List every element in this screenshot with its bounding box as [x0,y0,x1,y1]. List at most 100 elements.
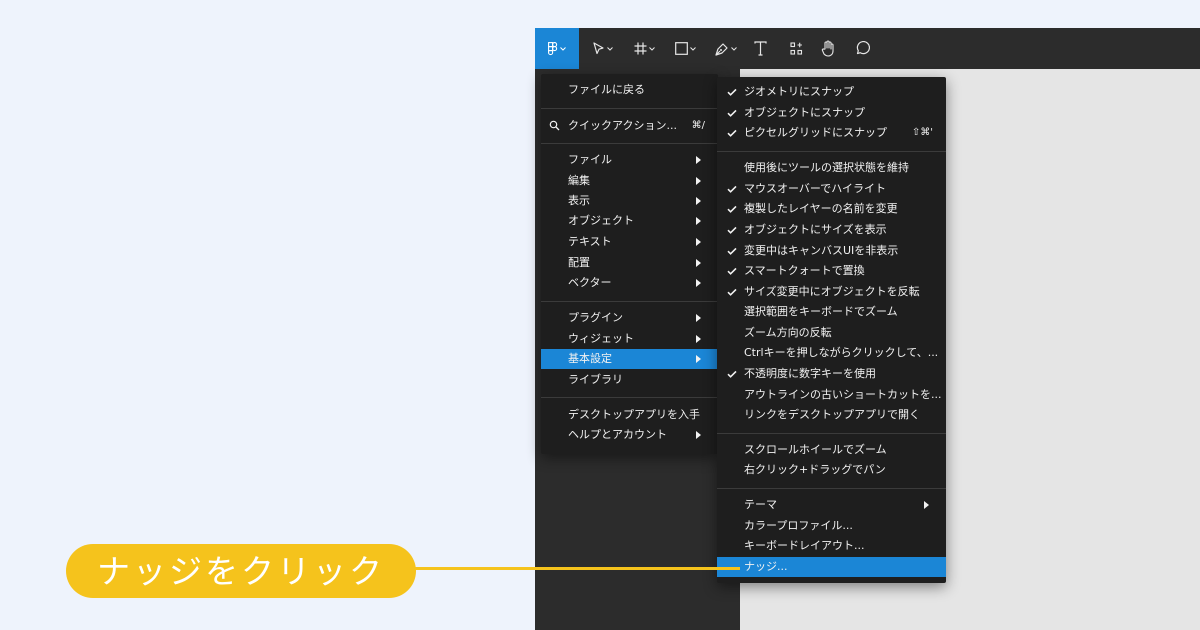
checkmark-icon [727,267,737,275]
menu-item-label: アウトラインの古いショートカットを... [744,388,942,401]
checkmark-icon [727,88,737,96]
menu-item-libraries[interactable]: ライブラリ [541,370,718,390]
menu-item-label: テキスト [568,235,612,248]
pref-item-opacity-number-keys[interactable]: 不透明度に数字キーを使用 [717,364,946,384]
menu-item-label: Ctrlキーを押しながらクリックして、... [744,346,939,359]
pref-item-hide-canvas-ui[interactable]: 変更中はキャンバスUIを非表示 [717,241,946,261]
pref-item-keyboard-zoom-selection[interactable]: 選択範囲をキーボードでズーム [717,302,946,322]
menu-item-label: デスクトップアプリを入手 [568,408,700,421]
pref-item-snap-objects[interactable]: オブジェクトにスナップ [717,103,946,123]
menu-item-arrange[interactable]: 配置 [541,253,718,273]
menu-item-vector[interactable]: ベクター [541,273,718,293]
menu-item-back-to-files[interactable]: ファイルに戻る [541,80,718,100]
menu-divider [541,397,718,398]
menu-item-get-desktop-app[interactable]: デスクトップアプリを入手 [541,405,718,425]
shape-tool-button[interactable] [669,28,701,69]
menu-item-label: ズーム方向の反転 [744,326,832,339]
resources-icon [789,42,802,55]
menu-item-text[interactable]: テキスト [541,232,718,252]
shortcut-label: ⇧⌘' [911,127,933,138]
text-tool-button[interactable] [749,28,771,69]
menu-item-label: ベクター [568,276,612,289]
pref-item-legacy-outline-shortcuts[interactable]: アウトラインの古いショートカットを... [717,385,946,405]
submenu-arrow-icon [696,431,701,439]
pref-item-keyboard-layout[interactable]: キーボードレイアウト... [717,536,946,556]
menu-item-quick-actions[interactable]: クイックアクション... ⌘/ [541,116,718,136]
callout-badge: ナッジをクリック [66,544,416,598]
pref-item-open-links-desktop[interactable]: リンクをデスクトップアプリで開く [717,405,946,425]
hand-tool-icon [821,40,834,57]
menu-item-edit[interactable]: 編集 [541,171,718,191]
menu-item-help-account[interactable]: ヘルプとアカウント [541,425,718,445]
menu-item-widgets[interactable]: ウィジェット [541,329,718,349]
menu-item-label: 編集 [568,174,590,187]
menu-item-plugins[interactable]: プラグイン [541,308,718,328]
pref-item-right-click-pan[interactable]: 右クリック+ドラッグでパン [717,460,946,480]
menu-item-label: 複製したレイヤーの名前を変更 [744,202,898,215]
main-menu: ファイルに戻る クイックアクション... ⌘/ ファイル 編集 表示 オブジェク… [541,74,718,454]
menu-item-file[interactable]: ファイル [541,150,718,170]
pref-item-color-profile[interactable]: カラープロファイル... [717,516,946,536]
pref-item-theme[interactable]: テーマ [717,495,946,515]
shape-tool-icon [674,42,688,55]
pref-item-flip-on-resize[interactable]: サイズ変更中にオブジェクトを反転 [717,282,946,302]
submenu-arrow-icon [696,314,701,322]
frame-tool-button[interactable] [628,28,660,69]
main-menu-button[interactable] [535,28,579,69]
checkmark-icon [727,247,737,255]
comment-tool-icon [856,41,870,55]
submenu-arrow-icon [696,259,701,267]
chevron-down-icon [731,46,737,51]
menu-item-label: プラグイン [568,311,623,324]
chevron-down-icon [689,46,696,51]
menu-item-label: マウスオーバーでハイライト [744,182,887,195]
pen-tool-icon [715,42,728,56]
menu-item-label: 不透明度に数字キーを使用 [744,367,876,380]
submenu-arrow-icon [924,501,929,509]
submenu-arrow-icon [696,197,701,205]
pref-item-highlight-on-hover[interactable]: マウスオーバーでハイライト [717,179,946,199]
pref-item-rename-duplicated[interactable]: 複製したレイヤーの名前を変更 [717,199,946,219]
menu-item-label: リンクをデスクトップアプリで開く [744,408,920,421]
pref-item-nudge[interactable]: ナッジ... [717,557,946,577]
menu-item-label: ファイル [568,153,612,166]
menu-divider [541,108,718,109]
pref-item-scroll-zoom[interactable]: スクロールホイールでズーム [717,440,946,460]
chevron-down-icon [648,46,655,51]
menu-item-label: 使用後にツールの選択状態を維持 [744,161,909,174]
menu-item-label: オブジェクトにスナップ [744,106,865,119]
pref-item-ctrl-click[interactable]: Ctrlキーを押しながらクリックして、... [717,343,946,363]
menu-item-label: ウィジェット [568,332,634,345]
pref-item-smart-quotes[interactable]: スマートクォートで置換 [717,261,946,281]
hand-tool-button[interactable] [817,28,841,69]
chevron-down-icon [560,46,566,51]
submenu-arrow-icon [696,279,701,287]
menu-item-label: ヘルプとアカウント [568,428,667,441]
preferences-submenu: ジオメトリにスナップ オブジェクトにスナップ ピクセルグリッドにスナップ ⇧⌘' … [717,77,946,583]
menu-divider [717,488,946,489]
pen-tool-button[interactable] [710,28,742,69]
pref-item-snap-geometry[interactable]: ジオメトリにスナップ [717,82,946,102]
pref-item-keep-tool-selected[interactable]: 使用後にツールの選択状態を維持 [717,158,946,178]
menu-item-preferences[interactable]: 基本設定 [541,349,718,369]
shortcut-label: ⌘/ [691,120,705,131]
pref-item-invert-zoom[interactable]: ズーム方向の反転 [717,323,946,343]
submenu-arrow-icon [696,238,701,246]
pref-item-show-dimensions[interactable]: オブジェクトにサイズを表示 [717,220,946,240]
menu-item-view[interactable]: 表示 [541,191,718,211]
toolbar [535,28,1200,69]
submenu-arrow-icon [696,156,701,164]
comment-tool-button[interactable] [851,28,873,69]
menu-item-object[interactable]: オブジェクト [541,211,718,231]
move-tool-button[interactable] [587,28,619,69]
menu-item-label: スクロールホイールでズーム [744,443,887,456]
pref-item-snap-pixel-grid[interactable]: ピクセルグリッドにスナップ ⇧⌘' [717,123,946,143]
submenu-arrow-icon [696,355,701,363]
menu-item-label: クイックアクション... [568,119,677,132]
menu-item-label: スマートクォートで置換 [744,264,865,277]
resources-button[interactable] [785,28,807,69]
menu-divider [717,433,946,434]
menu-item-label: 基本設定 [568,352,612,365]
checkmark-icon [727,205,737,213]
menu-item-label: サイズ変更中にオブジェクトを反転 [744,285,920,298]
